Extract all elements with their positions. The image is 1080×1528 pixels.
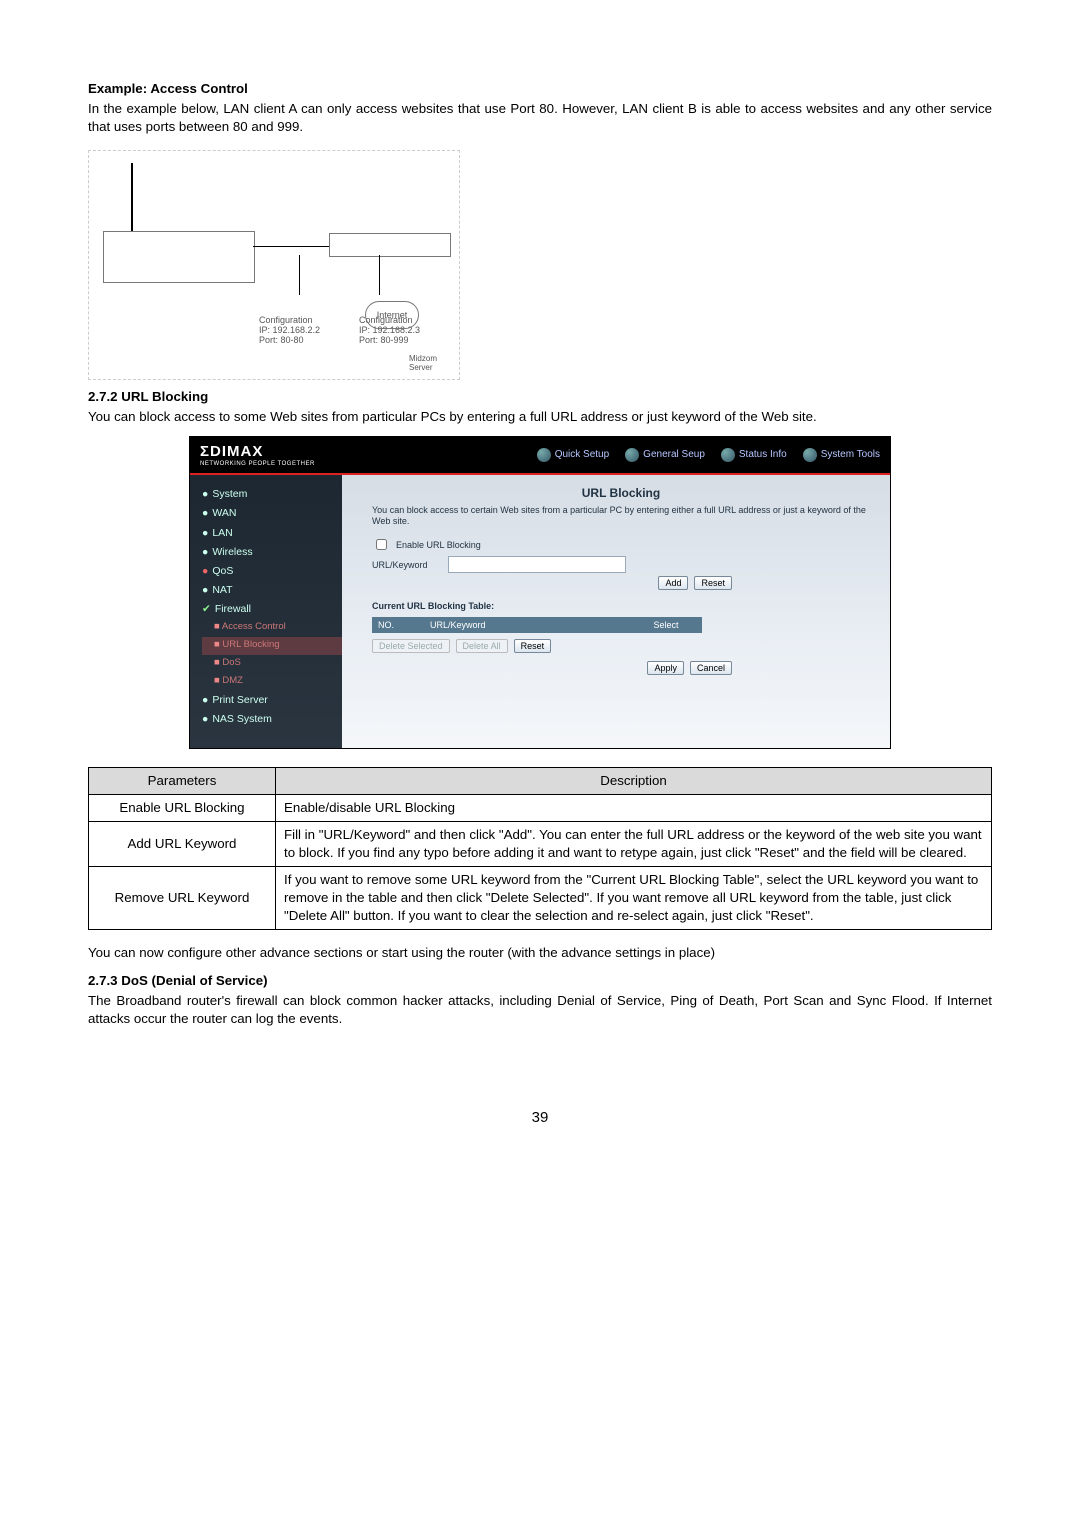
parameters-table: Parameters Description Enable URL Blocki… (88, 767, 992, 930)
keyword-row: URL/Keyword (372, 556, 870, 573)
th-parameters: Parameters (89, 768, 276, 795)
ui-header: ΣDIMAX NETWORKING PEOPLE TOGETHER Quick … (190, 437, 890, 475)
apply-button[interactable]: Apply (647, 661, 684, 675)
content-pane: URL Blocking You can block access to cer… (342, 475, 890, 749)
brand-subtitle: NETWORKING PEOPLE TOGETHER (200, 460, 315, 468)
sidebar-sub-dmz[interactable]: ■ DMZ (202, 672, 342, 690)
network-diagram: Configuration IP: 192.168.2.2 Port: 80-8… (88, 150, 460, 380)
enable-url-blocking-label: Enable URL Blocking (396, 539, 481, 551)
sidebar-item-system[interactable]: ●System (202, 485, 342, 504)
globe-icon (537, 448, 551, 462)
enable-url-blocking-checkbox[interactable] (376, 539, 387, 550)
sidebar-item-nas-system[interactable]: ●NAS System (202, 709, 342, 728)
table-label: Current URL Blocking Table: (372, 600, 870, 612)
section-2-7-2-heading: 2.7.2 URL Blocking (88, 388, 992, 406)
brand-text: ΣDIMAX (200, 443, 263, 460)
param-enable: Enable URL Blocking (89, 795, 276, 822)
info-icon (721, 448, 735, 462)
sidebar-sub-url-blocking[interactable]: ■ URL Blocking (202, 637, 342, 655)
example-text: In the example below, LAN client A can o… (88, 100, 992, 136)
delete-row: Delete Selected Delete All Reset (372, 639, 870, 653)
diagram-server-label: Midzom Server (409, 355, 437, 373)
sidebar-item-qos[interactable]: ●QoS (202, 561, 342, 580)
tab-general-setup[interactable]: General Seup (625, 448, 705, 462)
add-button[interactable]: Add (658, 576, 688, 590)
tab-status-info[interactable]: Status Info (721, 448, 787, 462)
content-title: URL Blocking (372, 485, 870, 501)
apply-row: Apply Cancel (372, 661, 732, 675)
router-admin-screenshot: ΣDIMAX NETWORKING PEOPLE TOGETHER Quick … (189, 436, 891, 750)
sidebar-item-print-server[interactable]: ●Print Server (202, 690, 342, 709)
th-select: Select (630, 617, 702, 633)
reset-button[interactable]: Reset (694, 576, 732, 590)
example-heading: Example: Access Control (88, 80, 992, 98)
url-keyword-input[interactable] (448, 556, 626, 573)
th-no: NO. (372, 617, 424, 633)
gear-icon (625, 448, 639, 462)
param-add: Add URL Keyword (89, 822, 276, 867)
tools-icon (803, 448, 817, 462)
table-row: Add URL Keyword Fill in "URL/Keyword" an… (89, 822, 992, 867)
param-remove: Remove URL Keyword (89, 867, 276, 930)
top-tabs: Quick Setup General Seup Status Info Sys… (537, 448, 880, 462)
section-2-7-2-text: You can block access to some Web sites f… (88, 408, 992, 426)
desc-enable: Enable/disable URL Blocking (276, 795, 992, 822)
tab-system-tools[interactable]: System Tools (803, 448, 880, 462)
desc-add: Fill in "URL/Keyword" and then click "Ad… (276, 822, 992, 867)
section-2-7-3-text: The Broadband router's firewall can bloc… (88, 992, 992, 1028)
enable-row: Enable URL Blocking (372, 536, 870, 553)
reset2-button[interactable]: Reset (514, 639, 552, 653)
table-row: Enable URL Blocking Enable/disable URL B… (89, 795, 992, 822)
sidebar-sub-access-control[interactable]: ■ Access Control (202, 619, 342, 637)
table-row: Remove URL Keyword If you want to remove… (89, 867, 992, 930)
after-table-text: You can now configure other advance sect… (88, 944, 992, 962)
keyword-label: URL/Keyword (372, 559, 442, 571)
diagram-internet-cloud: Internet (365, 301, 419, 329)
th-description: Description (276, 768, 992, 795)
sidebar: ●System ●WAN ●LAN ●Wireless ●QoS ●NAT ✔F… (190, 475, 342, 749)
sidebar-item-nat[interactable]: ●NAT (202, 581, 342, 600)
document-page: Example: Access Control In the example b… (0, 0, 1080, 1188)
th-keyword: URL/Keyword (424, 617, 630, 633)
sidebar-item-firewall[interactable]: ✔Firewall (202, 600, 342, 619)
page-number: 39 (88, 1108, 992, 1128)
sidebar-sub-dos[interactable]: ■ DoS (202, 655, 342, 673)
sidebar-item-lan[interactable]: ●LAN (202, 523, 342, 542)
tab-quick-setup[interactable]: Quick Setup (537, 448, 609, 462)
ui-body: ●System ●WAN ●LAN ●Wireless ●QoS ●NAT ✔F… (190, 475, 890, 749)
sidebar-item-wireless[interactable]: ●Wireless (202, 542, 342, 561)
add-reset-row: Add Reset (372, 576, 732, 590)
diagram-switch (329, 233, 451, 257)
cancel-button[interactable]: Cancel (690, 661, 732, 675)
url-blocking-table: NO. URL/Keyword Select (372, 617, 702, 633)
diagram-router (103, 231, 255, 283)
section-2-7-3-heading: 2.7.3 DoS (Denial of Service) (88, 972, 992, 990)
sidebar-item-wan[interactable]: ●WAN (202, 504, 342, 523)
content-description: You can block access to certain Web site… (372, 505, 870, 527)
delete-selected-button[interactable]: Delete Selected (372, 639, 450, 653)
brand: ΣDIMAX NETWORKING PEOPLE TOGETHER (200, 442, 315, 468)
delete-all-button[interactable]: Delete All (456, 639, 508, 653)
diagram-config-a: Configuration IP: 192.168.2.2 Port: 80-8… (259, 316, 320, 346)
desc-remove: If you want to remove some URL keyword f… (276, 867, 992, 930)
